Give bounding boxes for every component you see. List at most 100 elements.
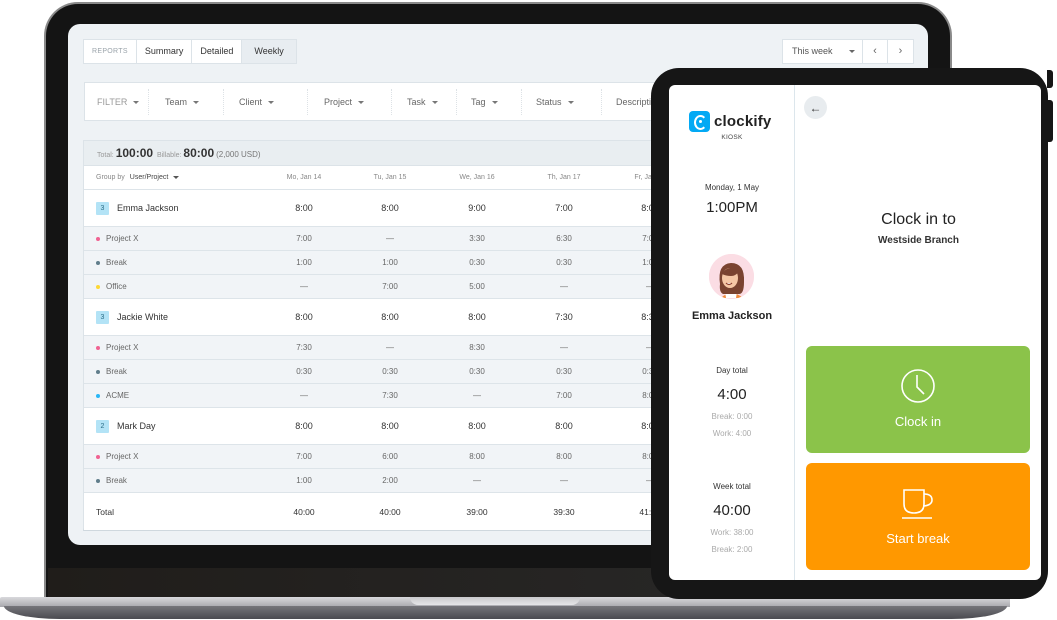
laptop-base-lower — [4, 606, 1007, 619]
next-week-button[interactable]: › — [888, 40, 913, 63]
column-header: Th, Jan 17 — [547, 174, 581, 181]
start-break-button[interactable]: Start break — [806, 463, 1030, 570]
laptop-notch — [410, 597, 580, 605]
table-cell: 8:00 — [555, 421, 573, 431]
week-total-value: 40:00 — [713, 502, 751, 519]
project-name: Project X — [106, 343, 139, 352]
tab-summary[interactable]: Summary — [137, 40, 193, 63]
project-name-cell: Project X — [96, 445, 138, 468]
table-cell: 5:00 — [469, 282, 485, 291]
day-total-label: Day total — [716, 366, 748, 375]
total-label: Total: — [97, 152, 114, 159]
table-cell: 1:00 — [382, 258, 398, 267]
table-cell: — — [560, 282, 568, 291]
kiosk-main: ← Clock in to Westside Branch Clock in S… — [796, 85, 1041, 580]
project-count-badge: 2 — [96, 419, 109, 433]
table-cell: 0:30 — [382, 367, 398, 376]
current-time: 1:00PM — [706, 199, 758, 216]
project-color-dot-icon — [96, 236, 100, 241]
table-cell: 0:30 — [556, 258, 572, 267]
table-cell: 8:00 — [295, 421, 313, 431]
kiosk-user-name: Emma Jackson — [691, 310, 773, 322]
filter-client[interactable]: Client — [224, 88, 308, 115]
caret-down-icon — [567, 100, 574, 104]
project-color-dot-icon — [96, 478, 100, 483]
table-cell: 8:00 — [469, 452, 485, 461]
prev-week-button[interactable]: ‹ — [863, 40, 888, 63]
filter-project[interactable]: Project — [308, 88, 392, 115]
tablet-side-button — [1047, 70, 1053, 88]
back-button[interactable]: ← — [804, 96, 827, 119]
table-cell: 7:00 — [555, 203, 573, 213]
project-count-badge: 3 — [96, 310, 109, 324]
project-name-cell: Office — [96, 275, 127, 298]
table-cell: 7:00 — [296, 234, 312, 243]
table-cell: 7:30 — [382, 391, 398, 400]
table-cell: 39:00 — [466, 506, 488, 517]
filter-task-label: Task — [407, 96, 426, 107]
project-name-cell: Break — [96, 469, 127, 492]
billable-label: Billable: — [156, 152, 182, 159]
user-name: Emma Jackson — [117, 203, 179, 213]
filter-team[interactable]: Team — [149, 88, 224, 115]
table-cell: 8:00 — [295, 312, 313, 322]
clock-in-button[interactable]: Clock in — [806, 346, 1030, 453]
filter-status-label: Status — [536, 96, 562, 107]
billable-value: 80:00 — [183, 146, 215, 160]
table-cell: 0:30 — [469, 367, 485, 376]
user-name-cell: 2 Mark Day — [96, 408, 156, 444]
filter-task[interactable]: Task — [392, 88, 457, 115]
column-header: Tu, Jan 15 — [373, 174, 407, 181]
project-name-cell: Project X — [96, 227, 138, 250]
project-name: Break — [106, 476, 127, 485]
caret-down-icon — [173, 176, 180, 179]
billable-amount: (2,000 USD) — [216, 150, 261, 159]
table-cell: — — [386, 234, 394, 243]
group-by-label: Group by — [96, 174, 125, 181]
clockify-logo-icon — [689, 111, 710, 132]
project-color-dot-icon — [96, 284, 100, 289]
column-header: Mo, Jan 14 — [286, 174, 322, 181]
table-cell: 0:30 — [556, 367, 572, 376]
table-cell: — — [300, 391, 308, 400]
tab-weekly[interactable]: Weekly — [242, 40, 296, 63]
table-cell: 1:00 — [296, 476, 312, 485]
stage: REPORTS Summary Detailed Weekly This wee… — [0, 0, 1057, 620]
day-work-value: Work: 4:00 — [712, 429, 752, 438]
table-cell: — — [473, 476, 481, 485]
table-cell: 0:30 — [296, 367, 312, 376]
table-cell: — — [560, 343, 568, 352]
group-by-select[interactable]: Group by User/Project — [96, 166, 180, 189]
table-cell: — — [473, 391, 481, 400]
table-cell: 8:00 — [295, 203, 313, 213]
table-cell: 8:00 — [381, 421, 399, 431]
project-name: Project X — [106, 234, 139, 243]
avatar-illustration-icon — [709, 254, 754, 299]
filter-tag-label: Tag — [471, 96, 486, 107]
filter-status[interactable]: Status — [522, 88, 602, 115]
filter-tag[interactable]: Tag — [457, 88, 522, 115]
project-name: Project X — [106, 452, 139, 461]
filter-label[interactable]: FILTER — [85, 88, 149, 115]
clock-in-label: Clock in — [894, 414, 942, 429]
project-name-cell: Break — [96, 360, 127, 383]
project-name: Break — [106, 258, 127, 267]
project-color-dot-icon — [96, 369, 100, 374]
table-cell: — — [386, 343, 394, 352]
column-header: We, Jan 16 — [459, 174, 495, 181]
project-name-cell: Project X — [96, 336, 138, 359]
total-label: Total — [96, 506, 114, 517]
filter-team-label: Team — [165, 96, 188, 107]
kiosk-subtitle: KIOSK — [721, 134, 743, 141]
tab-detailed[interactable]: Detailed — [192, 40, 243, 63]
clock-icon — [901, 369, 935, 403]
week-work-value: Work: 38:00 — [710, 528, 754, 537]
table-cell: 7:30 — [296, 343, 312, 352]
filter-client-label: Client — [239, 96, 263, 107]
reports-label: REPORTS — [84, 40, 137, 63]
avatar — [709, 254, 754, 299]
date-range-select[interactable]: This week — [783, 40, 863, 63]
filter-label-text: FILTER — [97, 96, 128, 107]
clock-in-title: Clock in to — [881, 211, 956, 228]
total-value: 100:00 — [115, 146, 154, 160]
